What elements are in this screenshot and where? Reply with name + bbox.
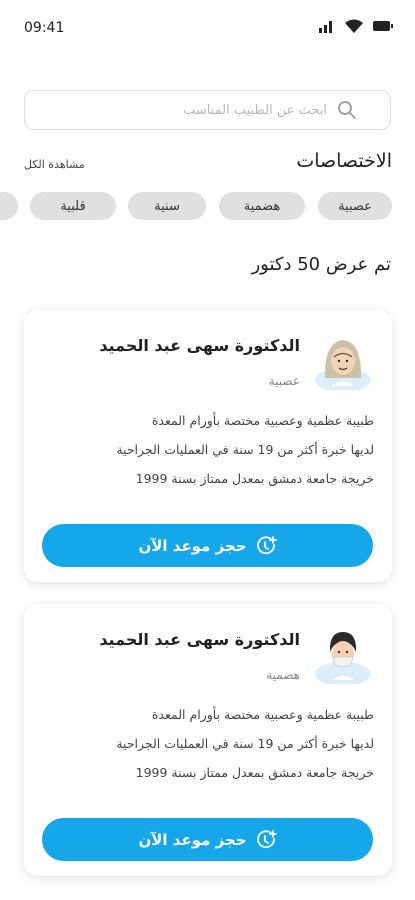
doctor-card[interactable]: الدكتورة سهى عبد الحميد هضمية طبيبة عظمي… [24, 604, 392, 876]
doctor-name: الدكتورة سهى عبد الحميد [99, 336, 300, 355]
status-time: 09:41 [24, 20, 65, 36]
doctor-mask-avatar-icon [312, 622, 374, 686]
signal-icon [319, 21, 332, 33]
desc-line: طبيبة عظمية وعصبية مختصة بأورام المعدة [151, 413, 374, 428]
clock-add-icon [256, 829, 277, 848]
specialty-chips: عصبية هضمية سنية قلبية [0, 192, 415, 220]
chip-neuro[interactable]: عصبية [318, 192, 392, 220]
desc-line: خريجة جامعة دمشق بمعدل ممتاز بسنة 1999 [135, 765, 374, 780]
chip-digestive[interactable]: هضمية [219, 192, 305, 220]
desc-line: طبيبة عظمية وعصبية مختصة بأورام المعدة [151, 707, 374, 722]
clock-add-icon [256, 535, 277, 554]
wifi-icon [345, 19, 363, 33]
doctor-name: الدكتورة سهى عبد الحميد [99, 630, 300, 649]
book-button-label: حجز موعد الآن [138, 536, 247, 555]
search-bar[interactable] [24, 90, 391, 130]
doctor-description: طبيبة عظمية وعصبية مختصة بأورام المعدة ل… [44, 700, 374, 787]
book-appointment-button[interactable]: حجز موعد الآن [42, 818, 373, 861]
chip-dental[interactable]: سنية [128, 192, 206, 220]
desc-line: لديها خبرة أكثر من 19 سنة في العمليات ال… [116, 736, 374, 751]
book-appointment-button[interactable]: حجز موعد الآن [42, 524, 373, 567]
search-input[interactable] [25, 94, 329, 126]
search-icon [337, 100, 357, 120]
desc-line: خريجة جامعة دمشق بمعدل ممتاز بسنة 1999 [135, 471, 374, 486]
specialties-title: الاختصاصات [296, 150, 392, 172]
doctor-specialty: هضمية [266, 668, 300, 682]
doctor-specialty: عصبية [268, 374, 300, 388]
desc-line: لديها خبرة أكثر من 19 سنة في العمليات ال… [116, 442, 374, 457]
doctor-card[interactable]: الدكتورة سهى عبد الحميد عصبية طبيبة عظمي… [24, 310, 392, 582]
status-icons [319, 19, 393, 33]
doctor-hijab-avatar-icon [312, 328, 374, 392]
chip-cardio[interactable]: قلبية [30, 192, 116, 220]
doctor-description: طبيبة عظمية وعصبية مختصة بأورام المعدة ل… [44, 406, 374, 493]
chip-partial[interactable] [0, 192, 18, 220]
book-button-label: حجز موعد الآن [138, 830, 247, 849]
see-all-link[interactable]: مشاهدة الكل [24, 158, 85, 171]
results-count: تم عرض 50 دكتور [251, 254, 391, 275]
battery-icon [373, 21, 393, 31]
status-bar: 09:41 [0, 0, 415, 58]
specialties-header: الاختصاصات مشاهدة الكل [24, 150, 392, 180]
